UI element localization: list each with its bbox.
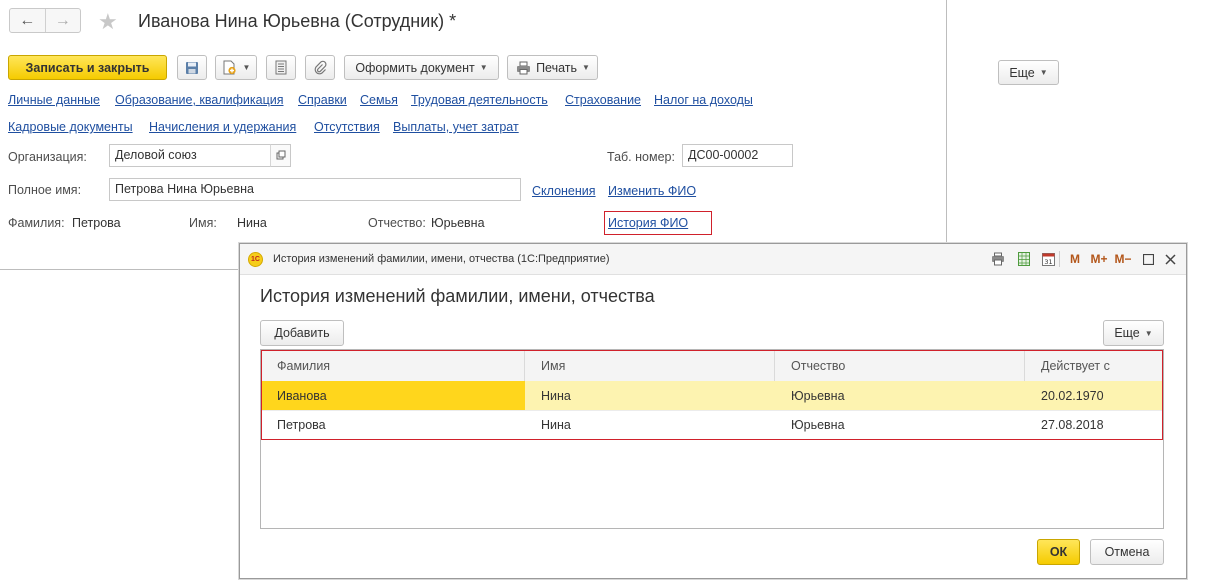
link-hr-documents[interactable]: Кадровые документы <box>8 120 133 134</box>
more-button[interactable]: Еще ▼ <box>998 60 1059 85</box>
link-change-fio[interactable]: Изменить ФИО <box>608 184 696 198</box>
patronymic-value: Юрьевна <box>431 216 485 230</box>
patronymic-label: Отчество: <box>368 216 426 230</box>
save-and-close-button[interactable]: Записать и закрыть <box>8 55 167 80</box>
memory-minus-button[interactable]: М− <box>1113 250 1133 268</box>
list-icon <box>273 60 289 76</box>
dialog-titlebar: 1С История изменений фамилии, имени, отч… <box>240 244 1186 275</box>
dialog-heading: История изменений фамилии, имени, отчест… <box>260 286 655 306</box>
surname-label: Фамилия: <box>8 216 65 230</box>
tab-number-label: Таб. номер: <box>607 150 675 164</box>
fio-history-dialog: 1С История изменений фамилии, имени, отч… <box>239 243 1187 579</box>
cancel-button[interactable]: Отмена <box>1090 539 1164 565</box>
open-organization-button[interactable] <box>270 144 291 167</box>
paperclip-icon <box>312 60 328 76</box>
link-declensions[interactable]: Склонения <box>532 184 596 198</box>
create-based-on-button[interactable]: ▼ <box>215 55 257 80</box>
print-button[interactable]: Печать ▼ <box>507 55 598 80</box>
oformit-document-label: Оформить документ <box>355 60 475 75</box>
chevron-down-icon: ▼ <box>242 63 251 72</box>
dialog-more-button[interactable]: Еще ▼ <box>1103 320 1164 346</box>
forward-button[interactable]: → <box>44 9 81 32</box>
close-icon[interactable] <box>1163 250 1177 268</box>
1c-logo-icon: 1С <box>248 252 263 267</box>
dialog-more-label: Еще <box>1114 326 1140 340</box>
link-work-history[interactable]: Трудовая деятельность <box>411 93 548 107</box>
link-absences[interactable]: Отсутствия <box>314 120 380 134</box>
tab-number-field[interactable]: ДС00-00002 <box>682 144 793 167</box>
calendar-icon[interactable]: 31 <box>1040 250 1056 268</box>
printer-icon <box>515 60 531 76</box>
spreadsheet-icon[interactable] <box>1016 250 1032 268</box>
chevron-down-icon: ▼ <box>1144 328 1153 338</box>
chevron-down-icon: ▼ <box>479 63 488 72</box>
employee-form-window: ← → ★ Иванова Нина Юрьевна (Сотрудник) *… <box>0 0 947 270</box>
name-label: Имя: <box>189 216 217 230</box>
name-value: Нина <box>237 216 267 230</box>
ok-label: ОК <box>1049 545 1068 559</box>
star-icon[interactable]: ★ <box>98 9 118 35</box>
cancel-label: Отмена <box>1104 545 1150 559</box>
save-icon <box>184 60 200 76</box>
surname-value: Петрова <box>72 216 121 230</box>
arrow-left-icon: ← <box>19 11 36 29</box>
page-title: Иванова Нина Юрьевна (Сотрудник) * <box>138 11 457 31</box>
organization-label: Организация: <box>8 150 87 164</box>
print-label: Печать <box>536 60 578 75</box>
more-label: Еще <box>1009 65 1035 80</box>
link-payments[interactable]: Выплаты, учет затрат <box>393 120 519 134</box>
chevron-down-icon: ▼ <box>1039 68 1048 77</box>
memory-m-button[interactable]: М <box>1068 250 1082 268</box>
toolbar-separator <box>1059 251 1061 267</box>
organization-field[interactable]: Деловой союз <box>109 144 271 167</box>
add-label: Добавить <box>274 326 330 340</box>
svg-text:31: 31 <box>1044 258 1052 266</box>
full-name-label: Полное имя: <box>8 183 82 197</box>
link-history-fio[interactable]: История ФИО <box>608 216 688 230</box>
arrow-right-icon: → <box>54 11 71 29</box>
print-preview-icon[interactable] <box>990 250 1006 268</box>
chevron-down-icon: ▼ <box>582 63 590 72</box>
full-name-field[interactable]: Петрова Нина Юрьевна <box>109 178 521 201</box>
link-personal-data[interactable]: Личные данные <box>8 93 100 107</box>
list-button[interactable] <box>266 55 296 80</box>
ok-button[interactable]: ОК <box>1037 539 1080 565</box>
link-income-tax[interactable]: Налог на доходы <box>654 93 753 107</box>
document-add-icon <box>222 60 238 76</box>
back-button[interactable]: ← <box>10 9 45 32</box>
attach-button[interactable] <box>305 55 335 80</box>
memory-plus-button[interactable]: М+ <box>1089 250 1109 268</box>
link-insurance[interactable]: Страхование <box>565 93 641 107</box>
link-certificates[interactable]: Справки <box>298 93 347 107</box>
open-icon <box>276 149 286 163</box>
save-and-close-label: Записать и закрыть <box>25 60 150 75</box>
oformit-document-button[interactable]: Оформить документ ▼ <box>344 55 499 80</box>
link-education[interactable]: Образование, квалификация <box>115 93 284 107</box>
link-accruals[interactable]: Начисления и удержания <box>149 120 296 134</box>
nav-buttons: ← → <box>9 8 81 33</box>
add-button[interactable]: Добавить <box>260 320 344 346</box>
table-rows-highlight <box>261 350 1163 440</box>
save-button[interactable] <box>177 55 207 80</box>
dialog-window-title: История изменений фамилии, имени, отчест… <box>273 253 610 265</box>
link-family[interactable]: Семья <box>360 93 398 107</box>
maximize-icon[interactable] <box>1141 250 1155 268</box>
